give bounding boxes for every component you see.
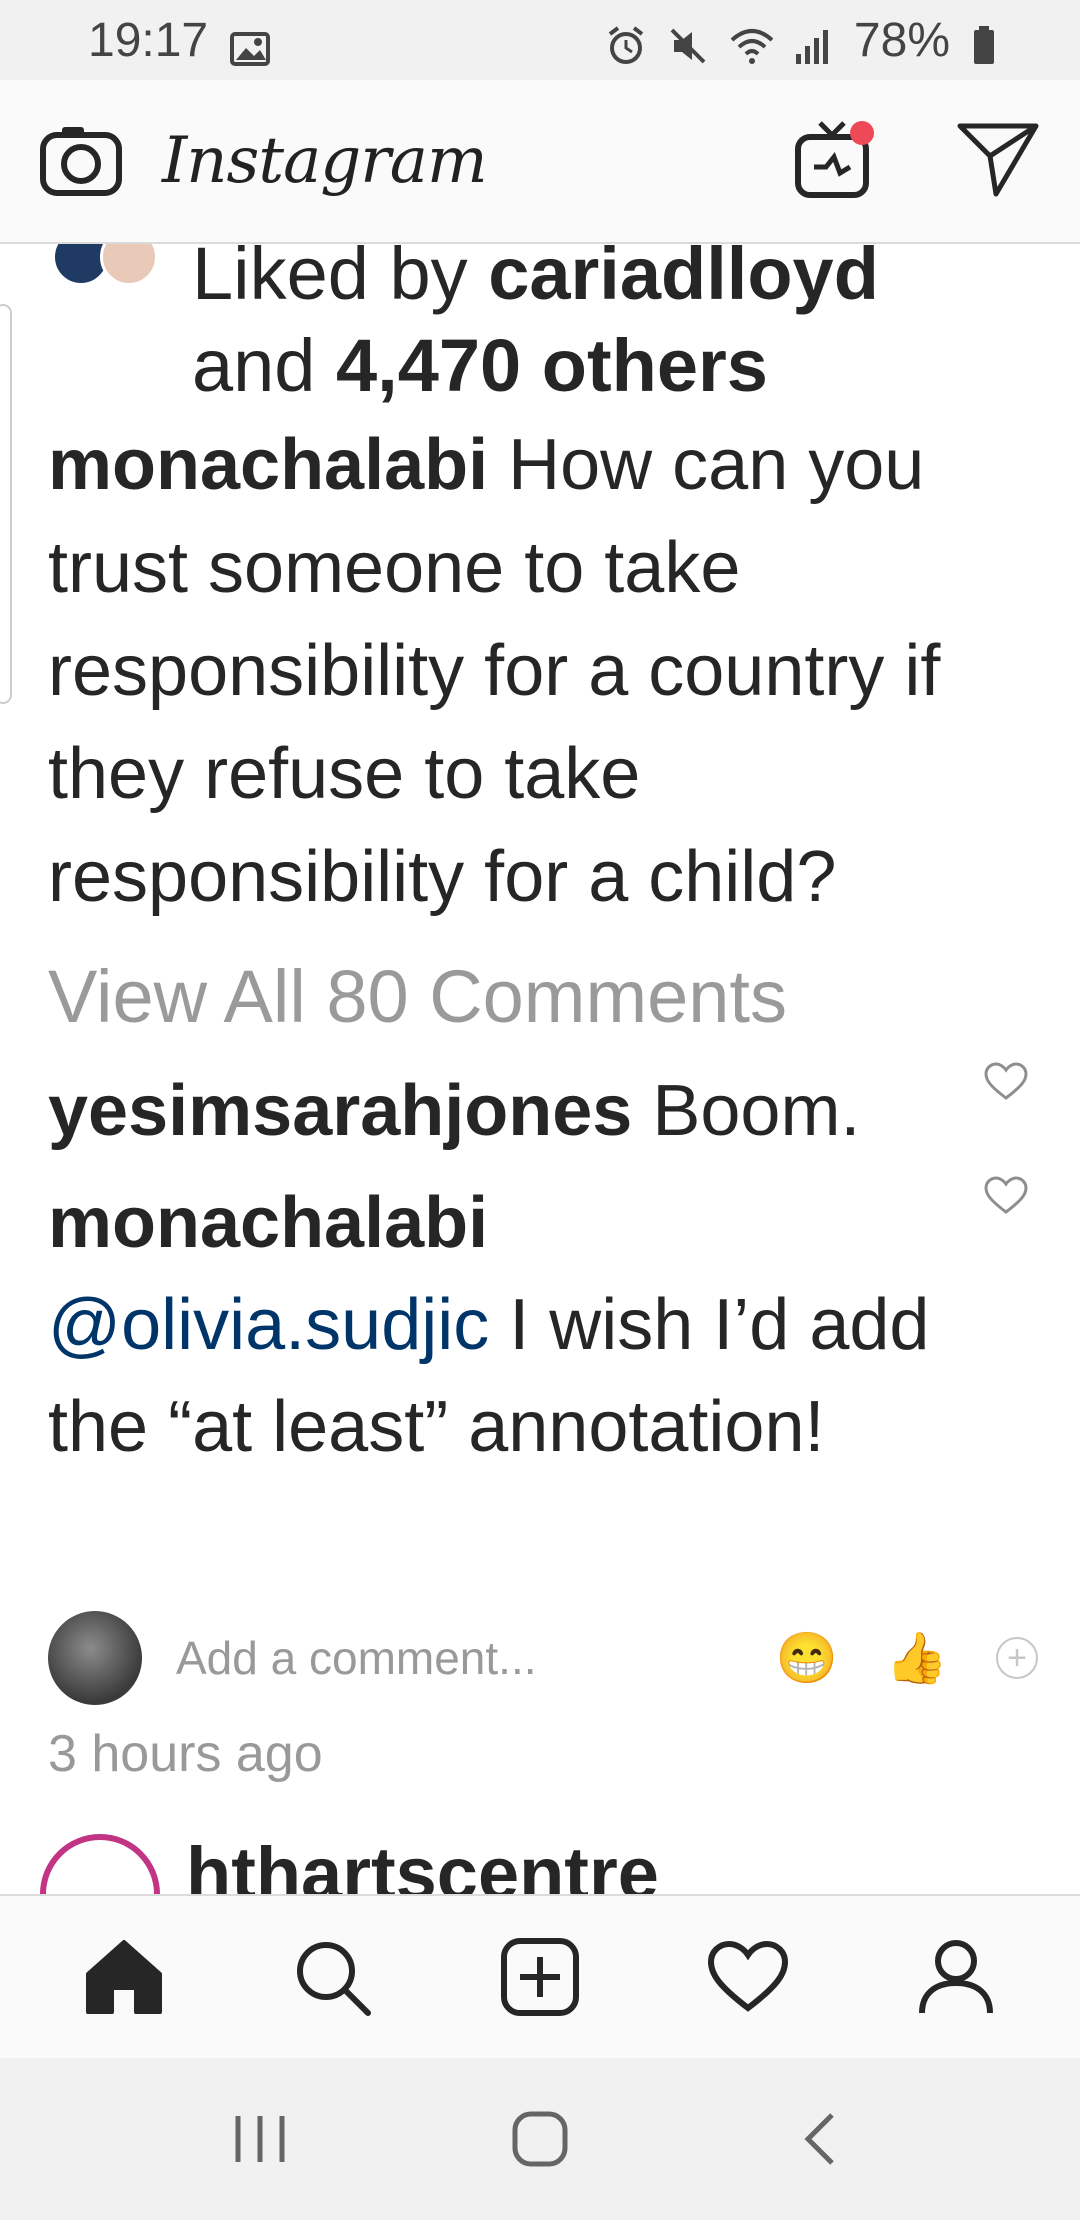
wifi-icon	[730, 23, 774, 64]
thumbs-up-emoji-button[interactable]: 👍	[886, 1629, 948, 1688]
back-icon[interactable]	[780, 2099, 860, 2179]
signal-icon	[792, 23, 832, 64]
activity-heart-icon[interactable]	[698, 1927, 798, 2027]
comment-username[interactable]: yesimsarahjones	[48, 1071, 632, 1151]
home-icon[interactable]	[74, 1927, 174, 2027]
profile-icon[interactable]	[906, 1927, 1006, 2027]
comment-item: monachalabi @olivia.sudjic I wish I’d ad…	[48, 1172, 948, 1478]
quick-emoji-bar: 😁 👍 +	[775, 1629, 1038, 1688]
app-header: Instagram	[0, 80, 1080, 244]
camera-icon[interactable]	[40, 121, 122, 202]
home-button-icon[interactable]	[500, 2099, 580, 2179]
liker-avatars	[48, 244, 168, 288]
mute-icon	[668, 23, 708, 64]
bottom-nav	[0, 1894, 1080, 2058]
story-ring-avatar[interactable]	[40, 1834, 160, 1894]
new-post-icon[interactable]	[490, 1927, 590, 2027]
battery-icon	[972, 23, 996, 64]
comment-username[interactable]: monachalabi	[48, 1183, 488, 1263]
comment-text: Boom.	[632, 1071, 861, 1151]
add-comment-row: Add a comment... 😁 👍 +	[48, 1610, 1038, 1706]
recent-apps-icon[interactable]	[220, 2099, 300, 2179]
scroll-indicator	[0, 304, 12, 704]
avatar	[48, 1611, 142, 1705]
image-icon	[230, 23, 271, 66]
comment-like-heart-icon[interactable]	[984, 1062, 1028, 1102]
avatar	[100, 244, 158, 286]
clock: 19:17	[88, 13, 209, 67]
view-all-comments-link[interactable]: View All 80 Comments	[48, 954, 787, 1039]
comment-like-heart-icon[interactable]	[984, 1176, 1028, 1216]
status-bar: 19:17 78%	[0, 0, 1080, 80]
add-comment-input[interactable]: Add a comment...	[176, 1631, 537, 1685]
app-title: Instagram	[162, 124, 488, 198]
feed[interactable]: Liked by cariadlloyd and 4,470 others mo…	[0, 244, 1080, 1894]
liker-username[interactable]: cariadlloyd	[488, 244, 879, 315]
likes-summary[interactable]: Liked by cariadlloyd and 4,470 others	[48, 244, 1012, 412]
caption-username[interactable]: monachalabi	[48, 425, 488, 505]
system-nav-bar	[0, 2058, 1080, 2220]
likes-middle: and	[192, 324, 337, 407]
grinning-emoji-button[interactable]: 😁	[775, 1629, 837, 1688]
post-timestamp: 3 hours ago	[48, 1725, 323, 1783]
battery-percent: 78%	[853, 13, 950, 67]
search-icon[interactable]	[282, 1927, 382, 2027]
likes-text[interactable]: Liked by cariadlloyd and 4,470 others	[192, 244, 1012, 412]
igtv-icon[interactable]	[792, 117, 876, 206]
direct-message-icon[interactable]	[956, 120, 1040, 203]
comment-mention[interactable]: @olivia.sudjic	[48, 1285, 489, 1365]
likes-others[interactable]: 4,470 others	[336, 324, 768, 407]
alarm-icon	[606, 23, 646, 64]
next-post-header[interactable]: hthartscentre	[40, 1834, 659, 1894]
next-post-username[interactable]: hthartscentre	[186, 1834, 659, 1895]
plus-circle-icon[interactable]: +	[996, 1637, 1038, 1679]
post-caption: monachalabi How can you trust someone to…	[48, 414, 1048, 929]
comment-item: yesimsarahjones Boom.	[48, 1060, 948, 1162]
likes-prefix: Liked by	[192, 244, 489, 315]
